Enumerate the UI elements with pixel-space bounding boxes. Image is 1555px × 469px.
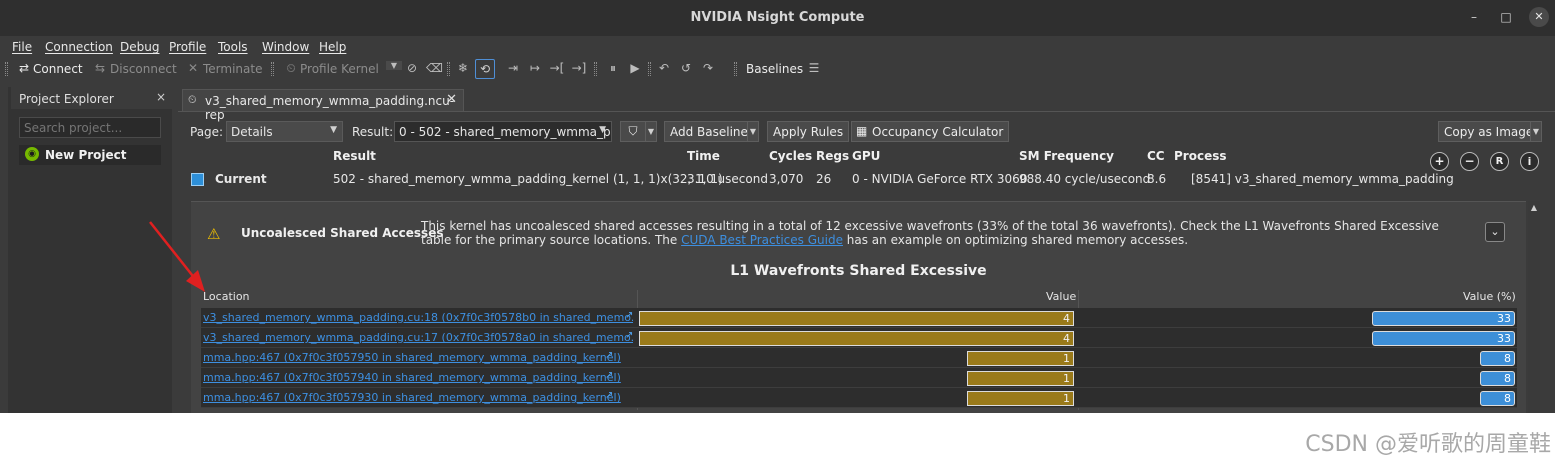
watermark: CSDN @爱听歌的周童鞋	[1305, 432, 1551, 457]
app-window: NVIDIA Nsight Compute – □ ✕ File Connect…	[0, 0, 1555, 413]
red-arrow-annotation	[149, 221, 205, 292]
